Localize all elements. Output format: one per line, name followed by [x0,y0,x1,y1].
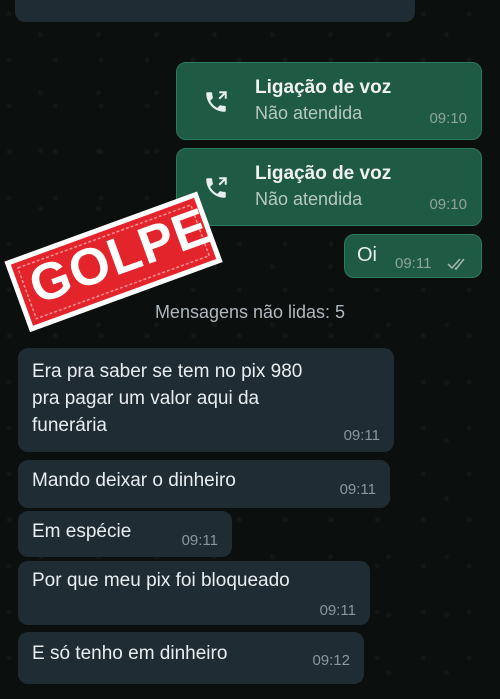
double-check-icon [447,258,465,271]
call-title: Ligação de voz [255,77,392,98]
message-line: Mando deixar o dinheiro [32,470,236,491]
missed-call-bubble[interactable]: Ligação de voz Não atendida 09:10 [176,62,482,140]
message-line: Em espécie [32,521,132,542]
partial-message-bubble [15,0,415,22]
call-status: Não atendida [255,189,363,209]
incoming-message-bubble[interactable]: Em espécie 09:11 [18,511,232,557]
incoming-message-bubble[interactable]: Mando deixar o dinheiro 09:11 [18,460,390,508]
message-time: 09:10 [429,196,467,213]
message-line: Por que meu pix foi bloqueado [32,570,290,591]
message-time: 09:11 [181,532,218,549]
message-line: funerária [32,415,107,436]
message-time: 09:12 [312,652,350,669]
message-time: 09:11 [319,602,356,619]
incoming-message-bubble[interactable]: Por que meu pix foi bloqueado 09:11 [18,561,370,625]
incoming-message-bubble[interactable]: E só tenho em dinheiro 09:12 [18,632,364,684]
message-time: 09:11 [343,427,380,444]
incoming-message-bubble[interactable]: Era pra saber se tem no pix 980 pra paga… [18,348,394,452]
message-time: 09:11 [395,255,432,272]
message-line: Era pra saber se tem no pix 980 [32,361,303,382]
message-line: E só tenho em dinheiro [32,643,228,664]
message-text: Oi [357,244,377,266]
call-status: Não atendida [255,103,363,123]
missed-call-icon [206,91,227,112]
call-title: Ligação de voz [255,163,392,184]
message-line: pra pagar um valor aqui da [32,388,260,409]
message-time: 09:11 [339,481,376,498]
sent-message-bubble[interactable]: Oi 09:11 [344,234,482,278]
missed-call-bubble[interactable]: Ligação de voz Não atendida 09:10 [176,148,482,226]
message-time: 09:10 [429,110,467,127]
